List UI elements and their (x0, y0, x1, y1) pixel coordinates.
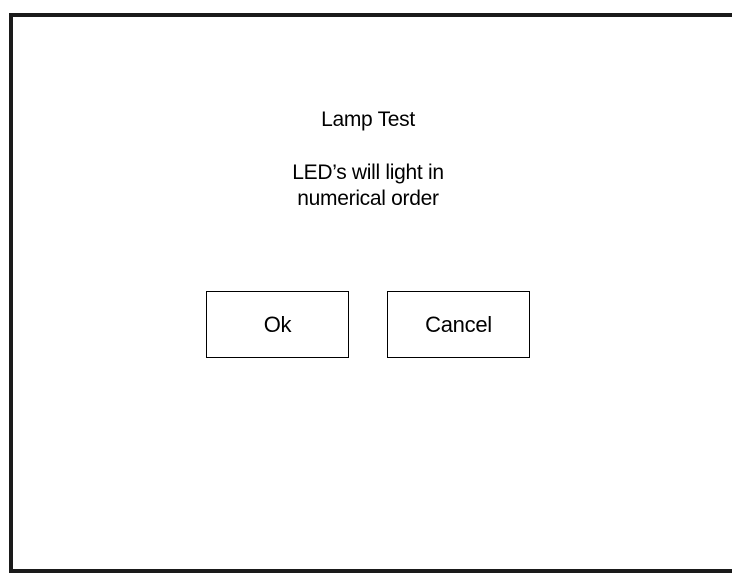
panel-frame (9, 13, 732, 573)
ok-button[interactable]: Ok (206, 291, 349, 358)
dialog-title: Lamp Test (321, 108, 415, 131)
lamp-test-screen: Lamp Test LED’s will light in numerical … (0, 0, 732, 573)
dialog-message-line-2: numerical order (297, 187, 439, 210)
dialog-message-line-1: LED’s will light in (292, 161, 444, 184)
cancel-button[interactable]: Cancel (387, 291, 530, 358)
dialog-message: LED’s will light in numerical order (0, 160, 732, 212)
